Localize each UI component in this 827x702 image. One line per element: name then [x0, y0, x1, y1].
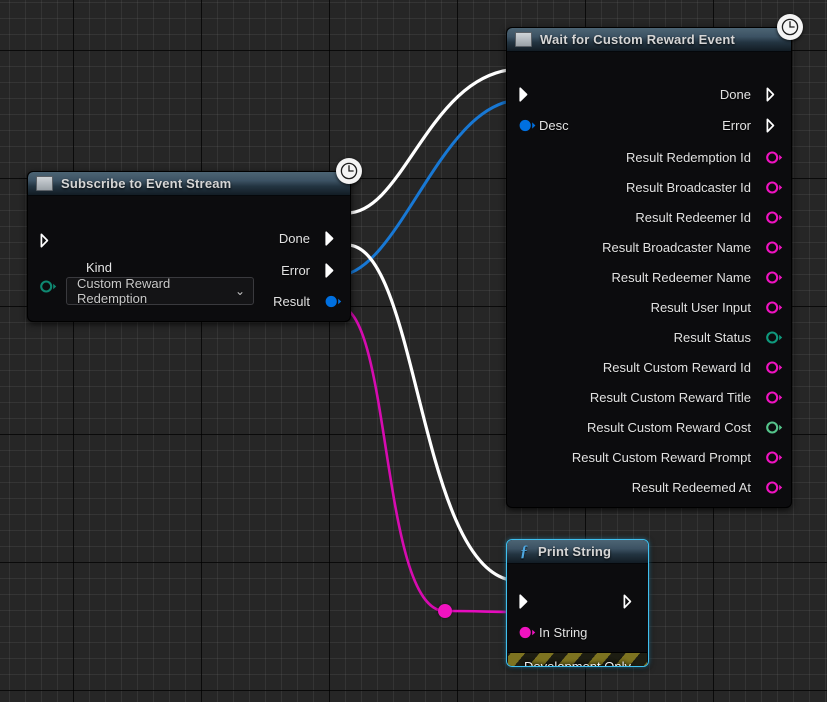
pin-row-done[interactable]: Done: [720, 84, 779, 104]
exec-pin-icon[interactable]: [766, 87, 779, 102]
reroute-knot-error[interactable]: [438, 604, 452, 618]
wire-error-string-to-knot: [336, 304, 447, 613]
string-pin-icon[interactable]: [766, 210, 783, 224]
pin-row-in-exec[interactable]: [40, 230, 60, 250]
pin-label-done: Done: [278, 230, 310, 246]
string-pin-icon[interactable]: [766, 390, 783, 404]
wire-error-to-print-exec: [345, 243, 521, 583]
node-square-icon: [36, 176, 53, 191]
pin-row-result-custom-reward-cost[interactable]: Result Custom Reward Cost: [587, 417, 783, 437]
pin-label-result: Result: [273, 293, 310, 309]
struct-pin-icon[interactable]: [325, 295, 342, 308]
node-subscribe-to-event-stream[interactable]: Subscribe to Event Stream Kind Custom Re…: [27, 158, 362, 322]
pin-row-error-string[interactable]: Error: [281, 321, 338, 322]
string-pin-icon[interactable]: [766, 240, 783, 254]
clock-icon: [336, 158, 362, 184]
blueprint-graph-canvas[interactable]: Wait for Custom Reward Event Desc Done E…: [0, 0, 827, 702]
pin-label: Result Redeemer Id: [635, 209, 751, 225]
pin-label: Result Custom Reward Cost: [587, 419, 751, 435]
kind-label: Kind: [86, 260, 113, 275]
pin-row-in-exec[interactable]: [519, 84, 539, 104]
development-only-label: Development Only: [524, 658, 631, 667]
pin-row-result-redeemer-name[interactable]: Result Redeemer Name: [611, 267, 783, 287]
string-pin-icon[interactable]: [766, 450, 783, 464]
exec-pin-icon[interactable]: [325, 262, 338, 278]
node-body: Subscribe to Event Stream Kind Custom Re…: [27, 171, 351, 322]
pin-label: Result Redeemer Name: [611, 269, 751, 285]
exec-pin-icon[interactable]: [40, 233, 53, 248]
kind-dropdown[interactable]: Custom Reward Redemption ⌄: [66, 276, 254, 306]
pin-row-result[interactable]: Result: [273, 291, 342, 311]
pin-row-error-exec[interactable]: Error: [722, 115, 779, 135]
exec-pin-icon[interactable]: [623, 594, 636, 609]
pin-row-error-string[interactable]: Error: [722, 507, 779, 508]
enum-pin-icon[interactable]: [40, 279, 57, 293]
pin-row-result-broadcaster-name[interactable]: Result Broadcaster Name: [602, 237, 783, 257]
string-pin-icon[interactable]: [519, 626, 536, 639]
pin-row-desc[interactable]: Desc: [519, 115, 569, 135]
int-pin-icon[interactable]: [766, 420, 783, 434]
pin-row-kind[interactable]: [40, 276, 57, 296]
node-body: ƒ Print String In String Development Onl…: [506, 539, 649, 667]
enum-pin-icon[interactable]: [766, 330, 783, 344]
function-icon: ƒ: [520, 543, 528, 560]
node-title: Wait for Custom Reward Event: [540, 32, 736, 47]
pin-row-result-user-input[interactable]: Result User Input: [650, 297, 783, 317]
node-print-string[interactable]: ƒ Print String In String Development Onl…: [506, 539, 649, 667]
string-pin-icon[interactable]: [766, 480, 783, 494]
node-header[interactable]: Subscribe to Event Stream: [28, 172, 350, 196]
pin-row-result-custom-reward-title[interactable]: Result Custom Reward Title: [589, 387, 783, 407]
development-only-badge: Development Only: [508, 652, 647, 667]
pin-label: Result Custom Reward Prompt: [571, 449, 751, 465]
pin-label: Result Custom Reward Title: [589, 389, 751, 405]
string-pin-icon[interactable]: [766, 270, 783, 284]
pin-label: Result Redemption Id: [625, 149, 751, 165]
chevron-down-icon[interactable]: ⌄: [235, 284, 245, 298]
node-square-icon: [515, 32, 532, 47]
string-pin-icon[interactable]: [766, 150, 783, 164]
pin-row-result-custom-reward-id[interactable]: Result Custom Reward Id: [602, 357, 783, 377]
pin-label: Result Status: [673, 329, 751, 345]
string-pin-icon[interactable]: [766, 180, 783, 194]
pin-label: Result Redeemed At: [631, 479, 751, 495]
pin-label-desc: Desc: [539, 117, 569, 133]
node-title: Print String: [538, 544, 612, 559]
pin-row-result-broadcaster-id[interactable]: Result Broadcaster Id: [625, 177, 783, 197]
pin-row-in-exec[interactable]: [519, 591, 539, 611]
exec-pin-icon[interactable]: [325, 230, 338, 246]
pin-row-in-string[interactable]: In String: [519, 622, 587, 642]
pin-row-error-exec[interactable]: Error: [281, 260, 338, 280]
string-pin-icon[interactable]: [766, 360, 783, 374]
kind-dropdown-value: Custom Reward Redemption: [77, 276, 171, 306]
clock-icon: [777, 14, 803, 40]
pin-row-result-custom-reward-prompt[interactable]: Result Custom Reward Prompt: [571, 447, 783, 467]
pin-row-result-redeemed-at[interactable]: Result Redeemed At: [631, 477, 783, 497]
pin-label-done: Done: [719, 86, 751, 102]
pin-label: Result Broadcaster Name: [602, 239, 751, 255]
wire-done-to-wait-exec: [345, 67, 523, 215]
exec-pin-icon[interactable]: [766, 118, 779, 133]
pin-label: Result Broadcaster Id: [625, 179, 751, 195]
pin-label: Result User Input: [650, 299, 751, 315]
exec-pin-icon[interactable]: [519, 593, 532, 609]
node-header[interactable]: ƒ Print String: [507, 540, 648, 564]
pin-label: Result Custom Reward Id: [602, 359, 751, 375]
pin-row-result-redemption-id[interactable]: Result Redemption Id: [625, 147, 783, 167]
struct-pin-icon[interactable]: [519, 119, 536, 132]
pin-row-result-redeemer-id[interactable]: Result Redeemer Id: [635, 207, 783, 227]
pin-row-out-exec[interactable]: [616, 591, 636, 611]
node-wait-for-custom-reward-event[interactable]: Wait for Custom Reward Event Desc Done E…: [506, 14, 803, 508]
node-header[interactable]: Wait for Custom Reward Event: [507, 28, 791, 52]
node-body: Wait for Custom Reward Event Desc Done E…: [506, 27, 792, 508]
pin-label-error-exec: Error: [722, 117, 751, 133]
node-title: Subscribe to Event Stream: [61, 176, 232, 191]
pin-label-in-string: In String: [539, 624, 588, 640]
wire-result-to-desc: [334, 98, 523, 278]
exec-pin-icon[interactable]: [519, 86, 532, 102]
pin-label-error-exec: Error: [281, 262, 310, 278]
string-pin-icon[interactable]: [766, 300, 783, 314]
pin-row-done[interactable]: Done: [279, 228, 338, 248]
pin-row-result-status[interactable]: Result Status: [673, 327, 783, 347]
